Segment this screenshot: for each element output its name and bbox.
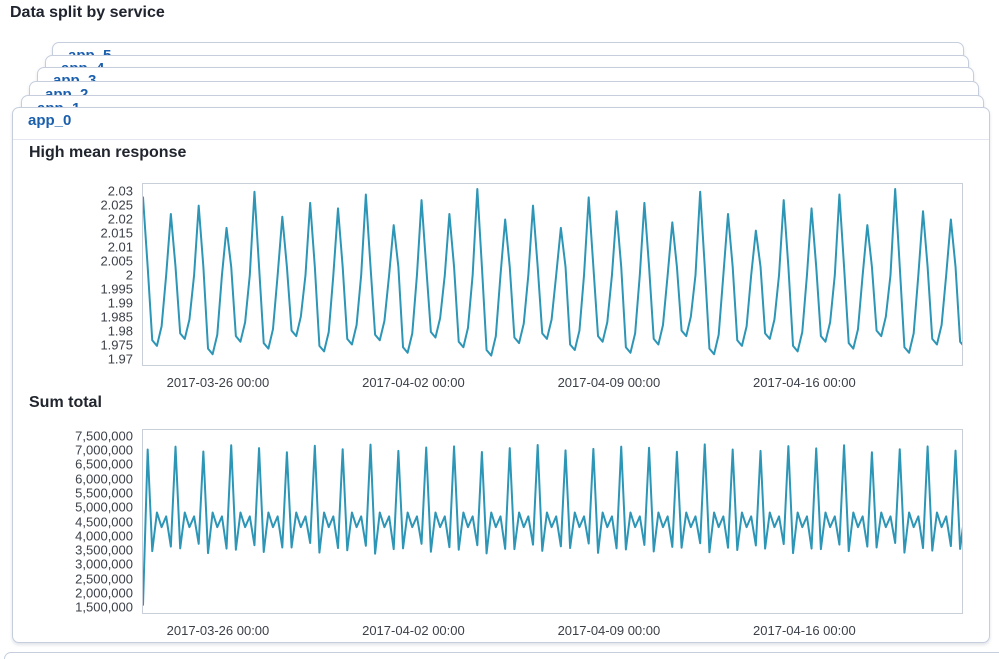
chart-title: High mean response	[29, 144, 186, 162]
y-axis-labels: 2.032.0252.022.0152.012.00521.9951.991.9…	[13, 183, 133, 366]
page-title: Data split by service	[10, 4, 165, 22]
y-tick-label: 1.97	[108, 352, 133, 367]
y-tick-label: 6,500,000	[75, 457, 133, 472]
line-series	[143, 430, 962, 613]
y-tick-label: 7,500,000	[75, 428, 133, 443]
y-axis-labels: 7,500,0007,000,0006,500,0006,000,0005,50…	[13, 429, 133, 614]
y-tick-label: 2.015	[100, 225, 133, 240]
y-tick-label: 2.025	[100, 197, 133, 212]
chart-high-mean-response: High mean response 2.032.0252.022.0152.0…	[13, 144, 991, 394]
y-tick-label: 5,000,000	[75, 500, 133, 515]
y-tick-label: 1.98	[108, 324, 133, 339]
service-card-label[interactable]: app_0	[13, 108, 989, 129]
x-tick-label: 2017-04-09 00:00	[558, 623, 661, 638]
y-tick-label: 1.985	[100, 310, 133, 325]
x-tick-label: 2017-04-02 00:00	[362, 623, 465, 638]
y-tick-label: 4,000,000	[75, 528, 133, 543]
chart-title: Sum total	[29, 394, 102, 412]
service-card-app-0: app_0 High mean response 2.032.0252.022.…	[12, 107, 990, 643]
x-tick-label: 2017-04-16 00:00	[753, 375, 856, 390]
y-tick-label: 2.005	[100, 254, 133, 269]
x-tick-label: 2017-04-09 00:00	[558, 375, 661, 390]
service-card-header[interactable]: app_0	[13, 108, 989, 140]
y-tick-label: 3,500,000	[75, 543, 133, 558]
x-axis-labels: 2017-03-26 00:00 2017-04-02 00:00 2017-04-…	[142, 621, 963, 637]
y-tick-label: 2.01	[108, 239, 133, 254]
x-tick-label: 2017-03-26 00:00	[167, 375, 270, 390]
y-tick-label: 5,500,000	[75, 485, 133, 500]
y-tick-label: 2,000,000	[75, 585, 133, 600]
x-tick-label: 2017-03-26 00:00	[167, 623, 270, 638]
y-tick-label: 7,000,000	[75, 443, 133, 458]
y-tick-label: 2.02	[108, 211, 133, 226]
y-tick-label: 1.99	[108, 296, 133, 311]
line-series	[143, 184, 962, 365]
y-tick-label: 2,500,000	[75, 571, 133, 586]
y-tick-label: 1.975	[100, 338, 133, 353]
y-tick-label: 1,500,000	[75, 600, 133, 615]
dashboard-page: Data split by service app_5 app_4 app_3 …	[0, 0, 999, 659]
y-tick-label: 4,500,000	[75, 514, 133, 529]
y-tick-label: 1.995	[100, 282, 133, 297]
y-tick-label: 6,000,000	[75, 471, 133, 486]
plot-area[interactable]	[142, 183, 963, 366]
x-tick-label: 2017-04-16 00:00	[753, 623, 856, 638]
x-axis-labels: 2017-03-26 00:00 2017-04-02 00:00 2017-04-…	[142, 373, 963, 389]
y-tick-label: 2.03	[108, 183, 133, 198]
y-tick-label: 2	[126, 268, 133, 283]
y-tick-label: 3,000,000	[75, 557, 133, 572]
chart-sum-total: Sum total 7,500,0007,000,0006,500,0006,0…	[13, 394, 991, 640]
x-tick-label: 2017-04-02 00:00	[362, 375, 465, 390]
plot-area[interactable]	[142, 429, 963, 614]
next-card-peek[interactable]	[4, 652, 999, 659]
